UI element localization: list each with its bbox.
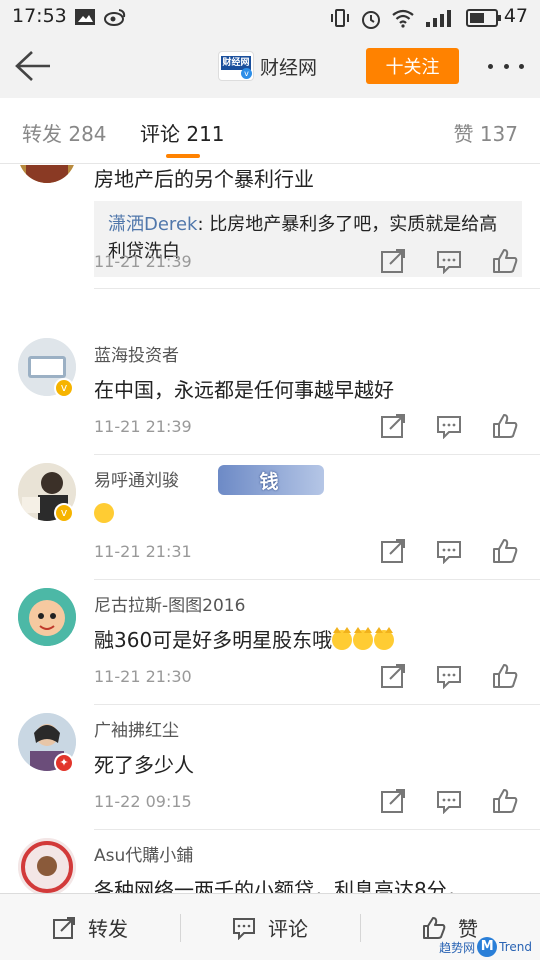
avatar-image <box>20 165 74 183</box>
battery-icon <box>466 9 501 27</box>
battery-percent: 47 <box>503 5 528 27</box>
member-badge-icon: ✦ <box>54 753 74 773</box>
comment-username[interactable]: 蓝海投资者 <box>94 341 179 366</box>
active-tab-indicator <box>166 154 200 158</box>
like-icon[interactable] <box>492 248 518 274</box>
wifi-icon <box>392 9 414 28</box>
alarm-icon <box>362 11 380 29</box>
tab-like[interactable]: 赞 137 <box>453 118 518 147</box>
comment-username[interactable]: 广袖拂红尘 <box>94 716 179 741</box>
nav-bar: 财经网 v 财经网 十关注 <box>0 34 540 98</box>
comment-emoji <box>94 501 115 525</box>
comment-time: 11-21 21:39 <box>94 252 192 271</box>
signal-icon <box>426 10 451 27</box>
comment-list[interactable]: 房地产后的另个暴利行业 潇洒Derek: 比房地产暴利多了吧，实质就是给高利贷洗… <box>0 165 540 893</box>
comment-text-wrap: 融360可是好多明星股东哦 <box>94 624 395 653</box>
cat-emoji-icon <box>332 627 353 650</box>
avatar[interactable] <box>18 838 76 893</box>
gallery-notification-icon <box>75 9 95 25</box>
comment-text: 死了多少人 <box>94 753 194 777</box>
tab-repost[interactable]: 转发 284 <box>22 118 107 147</box>
comment-item[interactable]: v 易呼通刘骏 钱 11-21 21:31 <box>0 415 540 580</box>
comment-button[interactable]: 评论 <box>180 894 360 960</box>
avatar[interactable] <box>18 165 76 183</box>
comment-item[interactable]: 尼古拉斯-图图2016 融360可是好多明星股东哦 11-21 21:30 <box>0 540 540 705</box>
comment-text: 房地产后的另个暴利行业 <box>94 167 314 191</box>
watermark-text: Trend <box>499 940 532 954</box>
tab-bar: 转发 284 评论 211 赞 137 <box>0 98 540 164</box>
tab-comment[interactable]: 评论 211 <box>140 118 225 147</box>
comment-actions <box>378 248 522 274</box>
comment-icon <box>233 917 255 940</box>
verified-icon: v <box>241 68 252 79</box>
avatar-image <box>18 588 76 646</box>
verified-badge-icon: v <box>54 378 74 398</box>
account-header[interactable]: 财经网 v 财经网 <box>218 48 317 84</box>
comment-item[interactable]: ✦ 广袖拂红尘 死了多少人 11-22 09:15 <box>0 665 540 830</box>
verified-badge-icon: v <box>54 503 74 523</box>
avatar[interactable] <box>18 588 76 646</box>
comment-item[interactable]: 房地产后的另个暴利行业 潇洒Derek: 比房地产暴利多了吧，实质就是给高利贷洗… <box>0 165 540 290</box>
comment-username[interactable]: 尼古拉斯-图图2016 <box>94 591 245 616</box>
comment-username[interactable]: Asu代購小鋪 <box>94 841 193 866</box>
cat-emoji-icon <box>374 627 395 650</box>
avatar-image <box>18 838 76 893</box>
watermark-mark: M <box>477 937 498 957</box>
status-bar: 17:53 47 <box>0 0 540 34</box>
share-icon[interactable] <box>380 248 406 274</box>
comment-username[interactable]: 易呼通刘骏 <box>94 466 179 491</box>
comment-text: 在中国，永远都是任何事越早越好 <box>94 378 394 402</box>
comment-text: 融360可是好多明星股东哦 <box>94 628 333 652</box>
more-dot-icon <box>503 63 509 69</box>
money-sticker-image: 钱 <box>218 465 324 495</box>
repost-button[interactable]: 转发 <box>0 894 180 960</box>
account-logo: 财经网 v <box>218 51 254 81</box>
comment-label: 评论 <box>268 917 308 941</box>
vibrate-icon <box>331 9 349 27</box>
follow-button[interactable]: 十关注 <box>366 48 459 84</box>
account-name: 财经网 <box>260 56 318 79</box>
quoted-username[interactable]: 潇洒Derek <box>108 214 197 235</box>
comment-item[interactable]: v 蓝海投资者 在中国，永远都是任何事越早越好 11-21 21:39 <box>0 290 540 455</box>
repost-label: 转发 <box>88 917 128 941</box>
divider <box>94 288 540 289</box>
cat-emoji-icon <box>353 627 374 650</box>
watermark-text: 趋势网 <box>439 940 476 955</box>
comment-text: 各种网络一两千的小额贷，利息高达8分， <box>94 878 467 893</box>
weibo-notification-icon <box>104 9 126 26</box>
sweat-emoji-icon <box>94 503 114 523</box>
comment-item[interactable]: Asu代購小鋪 各种网络一两千的小额贷，利息高达8分， <box>0 790 540 893</box>
watermark-logo: 趋势网 M Trend <box>439 936 532 958</box>
status-time: 17:53 <box>12 5 67 27</box>
more-dot-icon <box>488 63 493 69</box>
back-arrow-icon <box>15 51 50 81</box>
more-dot-icon <box>519 63 524 69</box>
reply-icon[interactable] <box>436 248 462 274</box>
repost-icon <box>53 916 75 939</box>
back-button[interactable] <box>12 48 52 84</box>
more-options-button[interactable] <box>488 56 524 76</box>
